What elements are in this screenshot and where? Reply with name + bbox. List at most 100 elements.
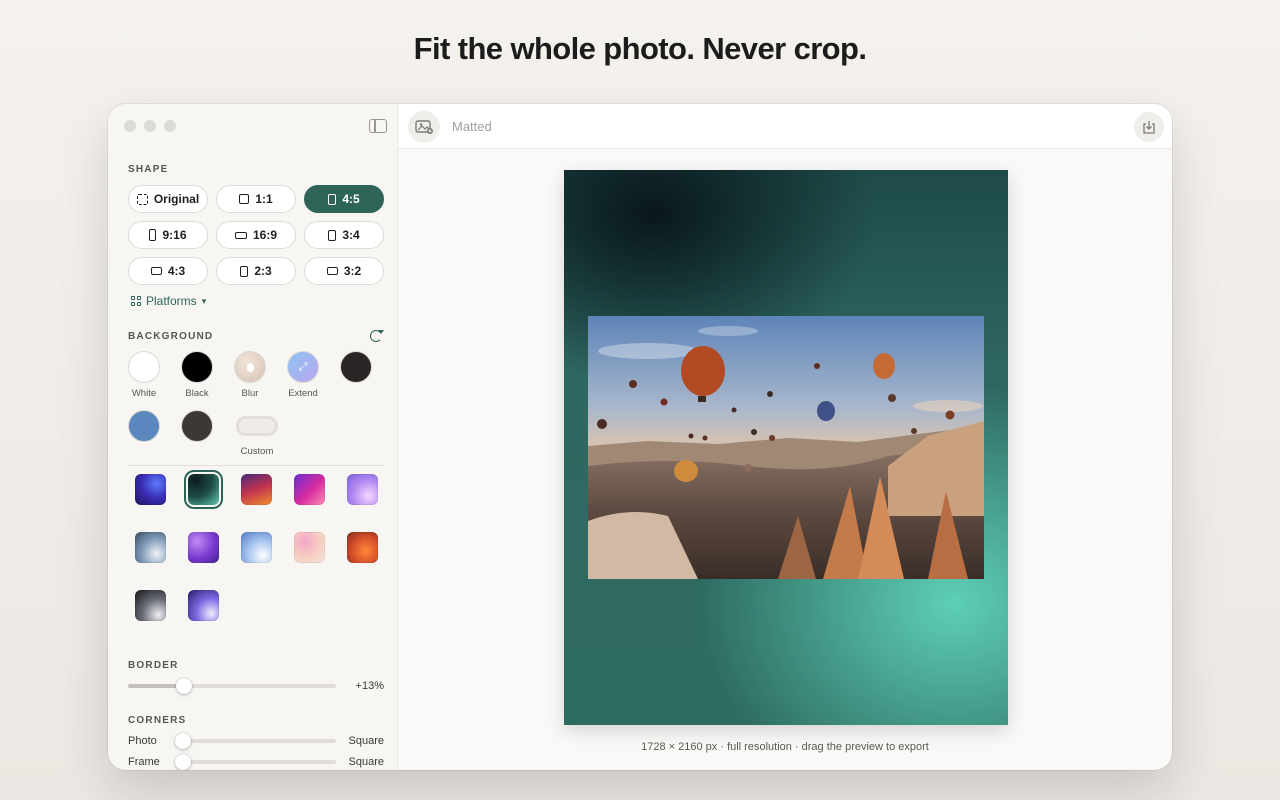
- gradient-preset-sky[interactable]: [241, 532, 272, 563]
- refresh-icon[interactable]: [370, 330, 384, 342]
- frame-corner-slider-thumb[interactable]: [175, 754, 191, 770]
- platforms-dropdown[interactable]: Platforms ▾: [131, 294, 206, 308]
- zoom-window-button[interactable]: [164, 120, 176, 132]
- shape-label: Original: [153, 192, 200, 206]
- shape-section-title: SHAPE: [128, 164, 169, 175]
- shape-label: 9:16: [162, 228, 187, 242]
- gradient-preset-indigo[interactable]: [188, 590, 219, 621]
- platforms-label: Platforms: [146, 294, 197, 308]
- shape-label: 16:9: [252, 228, 278, 242]
- swatch-black[interactable]: Black: [181, 351, 213, 399]
- swatch-label: Blur: [241, 388, 259, 399]
- export-button[interactable]: [1134, 112, 1164, 142]
- landscape-photo: [588, 316, 984, 579]
- background-section-title: BACKGROUND: [128, 331, 214, 342]
- photo-corner-slider-thumb[interactable]: [175, 733, 191, 749]
- droplet-icon: [246, 362, 254, 372]
- photo-corner-label: Photo: [128, 735, 157, 747]
- gradient-preset-purple[interactable]: [188, 532, 219, 563]
- swatch-circle: [340, 351, 372, 383]
- swatch-circle: [128, 351, 160, 383]
- shape-label: 4:5: [342, 192, 360, 206]
- swatch-label: White: [131, 388, 157, 399]
- frame-corner-value: Square: [348, 756, 384, 768]
- square-icon: [239, 194, 250, 204]
- download-icon: [1143, 120, 1155, 134]
- chevron-down-icon: ▾: [201, 295, 207, 306]
- toolbar: Matted: [398, 104, 1172, 149]
- swatch-dark-brown[interactable]: [340, 351, 372, 399]
- border-slider-thumb[interactable]: [176, 678, 192, 694]
- gradient-preset-lavender[interactable]: [347, 474, 378, 505]
- shape-button-4-5[interactable]: 4:5: [304, 185, 384, 213]
- matted-preview[interactable]: [564, 170, 1008, 725]
- landscape-icon: [326, 267, 338, 275]
- photo-corner-value: Square: [348, 735, 384, 747]
- swatch-circle: ⤢: [287, 351, 319, 383]
- section-divider: [128, 465, 384, 466]
- frame-corner-slider[interactable]: [175, 754, 336, 770]
- swatch-extend[interactable]: ⤢ Extend: [287, 351, 319, 399]
- shape-label: 1:1: [255, 192, 273, 206]
- window-controls: [124, 120, 176, 132]
- swatch-charcoal[interactable]: [181, 410, 213, 457]
- swatch-blur[interactable]: Blur: [234, 351, 266, 399]
- shape-label: 3:4: [342, 228, 360, 242]
- shape-button-1-1[interactable]: 1:1: [216, 185, 296, 213]
- shape-label: 4:3: [167, 264, 186, 278]
- app-window: SHAPE Original 1:1 4:5 9:16 16:9 3:4 4:3…: [108, 104, 1172, 770]
- canvas-area: 1728 × 2160 px · full resolution · drag …: [398, 149, 1172, 770]
- gradient-preset-ember[interactable]: [347, 532, 378, 563]
- wide-landscape-icon: [234, 231, 247, 239]
- custom-color-pill: [236, 416, 278, 436]
- gradient-preset-slate[interactable]: [135, 532, 166, 563]
- shape-button-3-2[interactable]: 3:2: [304, 257, 384, 285]
- portrait-icon: [328, 229, 337, 241]
- swatch-label: Black: [185, 388, 209, 399]
- minimize-window-button[interactable]: [144, 120, 156, 132]
- photo-corner-slider[interactable]: [175, 733, 336, 749]
- landscape-icon: [150, 267, 162, 275]
- close-window-button[interactable]: [124, 120, 136, 132]
- swatch-circle: [181, 410, 213, 442]
- image-icon: [415, 120, 433, 134]
- gradient-preset-teal[interactable]: [184, 470, 223, 509]
- shape-button-9-16[interactable]: 9:16: [128, 221, 208, 249]
- swatch-label: Extend: [288, 388, 318, 399]
- gradient-preset-sunset[interactable]: [241, 474, 272, 505]
- shape-label: 2:3: [254, 264, 272, 278]
- swatch-blue[interactable]: [128, 410, 160, 457]
- shape-button-4-3[interactable]: 4:3: [128, 257, 208, 285]
- shape-label: 3:2: [343, 264, 362, 278]
- swatch-white[interactable]: White: [128, 351, 160, 399]
- gradient-preset-magenta[interactable]: [294, 474, 325, 505]
- preview-caption: 1728 × 2160 px · full resolution · drag …: [641, 741, 929, 753]
- sidebar-toggle-icon[interactable]: [369, 119, 387, 133]
- dashed-frame-icon: [136, 193, 148, 205]
- photo-add-icon[interactable]: [408, 111, 440, 143]
- portrait-icon: [240, 265, 249, 277]
- swatch-label: Custom: [240, 446, 274, 457]
- corners-section-title: CORNERS: [128, 715, 187, 726]
- swatch-custom[interactable]: Custom: [234, 410, 280, 457]
- swatch-circle: [128, 410, 160, 442]
- shape-button-original[interactable]: Original: [128, 185, 208, 213]
- swatch-circle: [234, 351, 266, 383]
- expand-icon: ⤢: [298, 360, 308, 373]
- gradient-preset-graphite[interactable]: [135, 590, 166, 621]
- page-headline: Fit the whole photo. Never crop.: [413, 31, 867, 66]
- swatch-circle: [181, 351, 213, 383]
- frame-corner-label: Frame: [128, 756, 160, 768]
- shape-button-16-9[interactable]: 16:9: [216, 221, 296, 249]
- border-value: +13%: [355, 680, 384, 692]
- border-slider[interactable]: [128, 678, 336, 694]
- shape-button-3-4[interactable]: 3:4: [304, 221, 384, 249]
- background-swatches: White Black Blur ⤢ Extend: [128, 351, 372, 399]
- gradient-preset-blue-violet[interactable]: [135, 474, 166, 505]
- gradient-preset-peach[interactable]: [294, 532, 325, 563]
- border-section-title: BORDER: [128, 660, 179, 671]
- sidebar: SHAPE Original 1:1 4:5 9:16 16:9 3:4 4:3…: [108, 104, 398, 770]
- photo-hot-air-balloons: [588, 316, 984, 579]
- background-swatches-row2: Custom: [128, 410, 280, 457]
- shape-button-2-3[interactable]: 2:3: [216, 257, 296, 285]
